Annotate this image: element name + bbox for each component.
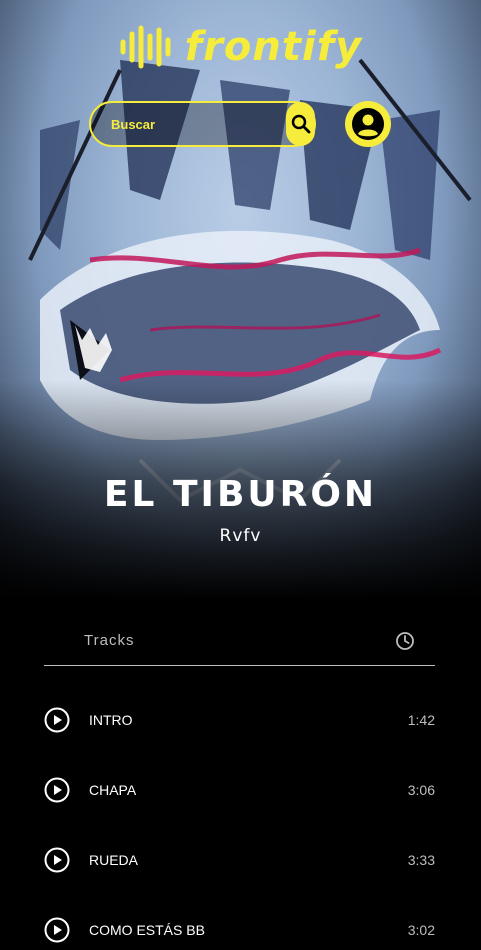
search-icon [291, 114, 310, 134]
play-icon[interactable] [44, 707, 70, 733]
user-avatar-icon [352, 108, 384, 140]
track-duration: 3:06 [407, 782, 435, 798]
track-row[interactable]: INTRO 1:42 [44, 705, 435, 735]
track-row[interactable]: COMO ESTÁS BB 3:02 [44, 915, 435, 945]
track-name: INTRO [89, 712, 133, 728]
play-icon[interactable] [44, 847, 70, 873]
track-row[interactable]: CHAPA 3:06 [44, 775, 435, 805]
track-name: COMO ESTÁS BB [89, 922, 205, 938]
tracks-header: Tracks [44, 616, 435, 666]
play-icon[interactable] [44, 777, 70, 803]
track-duration: 3:33 [407, 852, 435, 868]
album-title: EL TIBURÓN [103, 474, 378, 515]
search-input[interactable] [91, 103, 286, 145]
artist-name[interactable]: Rvfv [0, 526, 481, 546]
track-row[interactable]: RUEDA 3:33 [44, 845, 435, 875]
brand-name: frontify [184, 24, 363, 70]
brand-logo[interactable]: frontify [0, 22, 481, 72]
search-button[interactable] [286, 102, 315, 146]
track-name: CHAPA [89, 782, 137, 798]
user-profile-button[interactable] [345, 101, 391, 147]
search-bar [89, 101, 316, 147]
track-name: RUEDA [89, 852, 139, 868]
soundwave-icon [120, 25, 171, 69]
track-duration: 1:42 [407, 712, 435, 728]
tracks-label: Tracks [84, 632, 135, 649]
clock-icon [396, 631, 414, 650]
track-duration: 3:02 [407, 922, 435, 938]
play-icon[interactable] [44, 917, 70, 943]
